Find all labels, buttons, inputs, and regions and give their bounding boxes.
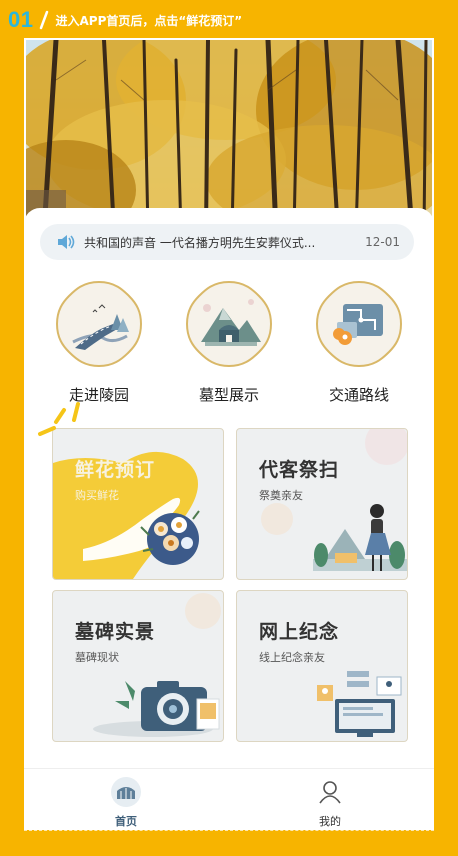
tab-home[interactable]: 首页: [66, 769, 186, 830]
bottom-tab-bar: 首页 我的: [24, 768, 434, 830]
card-subtitle: 墓碑现状: [75, 651, 119, 664]
road-landscape-icon: [55, 280, 143, 368]
card-proxy-sweeping[interactable]: 代客祭扫 祭奠亲友: [236, 428, 408, 580]
step-header: 01 进入APP首页后，点击“鲜花预订”: [8, 6, 242, 34]
card-subtitle: 购买鲜花: [75, 489, 119, 502]
user-icon: [319, 781, 341, 804]
notice-bar[interactable]: 共和国的声音 一代名播方明先生安葬仪式... 12-01: [40, 224, 414, 260]
card-title: 鲜花预订: [75, 459, 156, 481]
camera-icon: [93, 593, 221, 737]
bottom-divider: [24, 830, 434, 831]
notice-text[interactable]: 共和国的声音 一代名播方明先生安葬仪式...: [84, 234, 365, 251]
quick-link-traffic-route[interactable]: 交通路线: [304, 278, 414, 405]
quick-link-label: 墓型展示: [198, 386, 259, 404]
notice-date: 12-01: [365, 235, 400, 249]
tab-label: 我的: [319, 815, 341, 828]
step-number: 01: [8, 7, 34, 32]
quick-link-visit-cemetery[interactable]: 走进陵园: [44, 278, 154, 405]
mourning-girl-icon: [261, 429, 407, 571]
app-screen: 共和国的声音 一代名播方明先生安葬仪式... 12-01 走进陵园 墓型展示 交…: [24, 38, 434, 830]
home-content: 共和国的声音 一代名播方明先生安葬仪式... 12-01 走进陵园 墓型展示 交…: [24, 208, 434, 788]
flower-bouquet-icon: [53, 451, 200, 579]
route-map-icon: [315, 280, 403, 368]
card-title: 代客祭扫: [259, 459, 340, 481]
highlight-burst-icon: [38, 402, 80, 436]
banner-carousel[interactable]: [26, 40, 432, 232]
forest-photo: [26, 40, 432, 232]
card-title: 网上纪念: [259, 621, 340, 643]
tab-label: 首页: [115, 815, 137, 828]
card-subtitle: 祭奠亲友: [259, 489, 303, 502]
quick-link-label: 交通路线: [328, 386, 389, 404]
home-gate-icon: [111, 777, 141, 807]
card-online-memorial[interactable]: 网上纪念 线上纪念亲友: [236, 590, 408, 742]
step-instruction: 进入APP首页后，点击“鲜花预订”: [55, 13, 243, 28]
computer-memorial-icon: [317, 671, 402, 737]
tutorial-frame: 01 进入APP首页后，点击“鲜花预订” 共和国的声音 一代名播方明先生安葬仪式…: [0, 0, 458, 856]
card-flower-booking[interactable]: 鲜花预订 购买鲜花: [52, 428, 224, 580]
tab-profile[interactable]: 我的: [270, 769, 390, 830]
card-title: 墓碑实景: [75, 621, 156, 643]
card-subtitle: 线上纪念亲友: [259, 651, 325, 664]
card-tombstone-photos[interactable]: 墓碑实景 墓碑现状: [52, 590, 224, 742]
pencil-icon: [40, 10, 49, 30]
quick-link-tomb-display[interactable]: 墓型展示: [174, 278, 284, 405]
tomb-mountain-icon: [185, 280, 273, 368]
speaker-icon: [58, 235, 75, 249]
